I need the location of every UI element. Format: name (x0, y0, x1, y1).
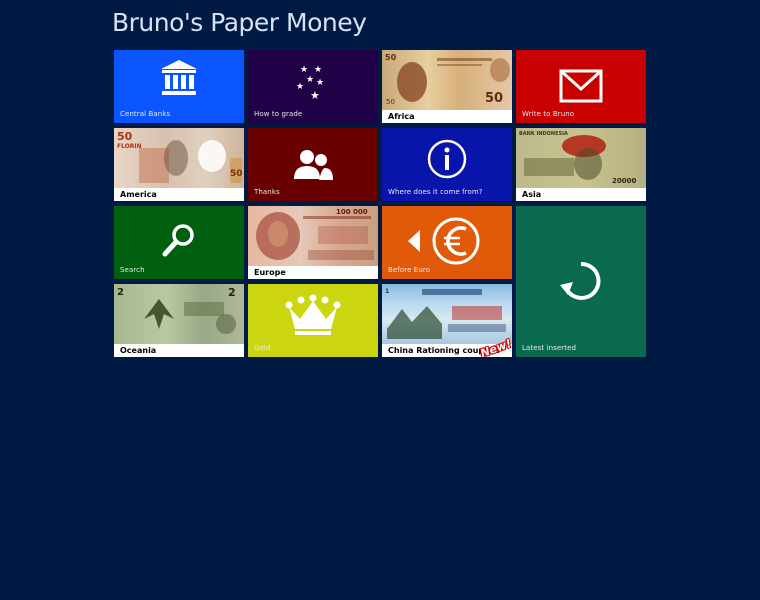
svg-text:★: ★ (310, 89, 320, 101)
tile-label: Where does it come from? (388, 188, 483, 196)
tile-label: Search (120, 266, 145, 274)
svg-text:★: ★ (300, 65, 308, 75)
tile-label: Latest inserted (522, 344, 577, 352)
svg-text:★: ★ (306, 75, 314, 85)
banknote-image: BANK INDONESIA 20000 (516, 128, 646, 188)
svg-text:50: 50 (485, 91, 503, 106)
svg-text:BANK INDONESIA: BANK INDONESIA (519, 131, 568, 137)
banknote-image: 50 50 50 (382, 50, 512, 110)
svg-text:1: 1 (385, 288, 389, 295)
tile-gold[interactable]: Gold (248, 284, 378, 357)
tile-label: America (114, 188, 244, 201)
svg-text:50: 50 (386, 98, 395, 106)
svg-text:FLORIN: FLORIN (117, 143, 142, 150)
tile-write-to-bruno[interactable]: Write to Bruno (516, 50, 646, 123)
tile-label: How to grade (254, 110, 303, 118)
svg-text:★: ★ (314, 65, 322, 75)
banknote-image: 50 FLORIN 50 (114, 128, 244, 188)
tile-label: Africa (382, 110, 512, 123)
tile-thanks[interactable]: Thanks (248, 128, 378, 201)
crown-icon (285, 294, 341, 335)
tile-asia[interactable]: BANK INDONESIA 20000 Asia (516, 128, 646, 201)
tile-how-to-grade[interactable]: ★ ★ ★ ★ ★ ★ How to grade (248, 50, 378, 123)
people-icon (294, 150, 333, 180)
tile-label: Thanks (254, 188, 280, 196)
tile-before-euro[interactable]: Before Euro (382, 206, 512, 279)
svg-text:★: ★ (296, 82, 304, 92)
stars-icon: ★ ★ ★ ★ ★ ★ (296, 65, 324, 101)
banknote-image: 100 000 (248, 206, 378, 266)
tile-label: Oceania (114, 344, 244, 357)
tile-search[interactable]: Search (114, 206, 244, 279)
info-icon (427, 139, 467, 179)
svg-text:20000: 20000 (612, 177, 636, 185)
svg-text:50: 50 (385, 53, 397, 62)
tile-label: Write to Bruno (522, 110, 575, 118)
refresh-icon (560, 261, 601, 300)
svg-text:100 000: 100 000 (336, 208, 368, 216)
tile-label: Central Banks (120, 110, 171, 118)
banknote-image: 1 (382, 284, 512, 344)
bank-icon (161, 60, 197, 95)
tile-america[interactable]: 50 FLORIN 50 America (114, 128, 244, 201)
svg-text:50: 50 (117, 130, 133, 143)
tile-label: Europe (248, 266, 378, 279)
svg-text:50: 50 (230, 169, 243, 179)
svg-text:2: 2 (228, 286, 236, 299)
svg-text:2: 2 (117, 287, 124, 298)
banknote-image: 2 2 (114, 284, 244, 344)
tile-label: Asia (516, 188, 646, 201)
tile-china-rationing-coupons[interactable]: 1 China Rationing coupons New! (382, 284, 512, 357)
envelope-icon (559, 69, 603, 103)
tile-central-banks[interactable]: Central Banks (114, 50, 244, 123)
tile-latest-inserted[interactable]: Latest inserted (516, 206, 646, 357)
tile-label: Gold (254, 344, 271, 352)
tile-label: Before Euro (388, 266, 431, 274)
svg-text:★: ★ (316, 78, 324, 88)
search-icon (162, 224, 194, 257)
euro-icon (408, 217, 480, 265)
tile-africa[interactable]: 50 50 50 Africa (382, 50, 512, 123)
tile-where-does-it-come-from[interactable]: Where does it come from? (382, 128, 512, 201)
site-title: Bruno's Paper Money (112, 8, 367, 37)
tile-oceania[interactable]: 2 2 Oceania (114, 284, 244, 357)
tile-europe[interactable]: 100 000 Europe (248, 206, 378, 279)
